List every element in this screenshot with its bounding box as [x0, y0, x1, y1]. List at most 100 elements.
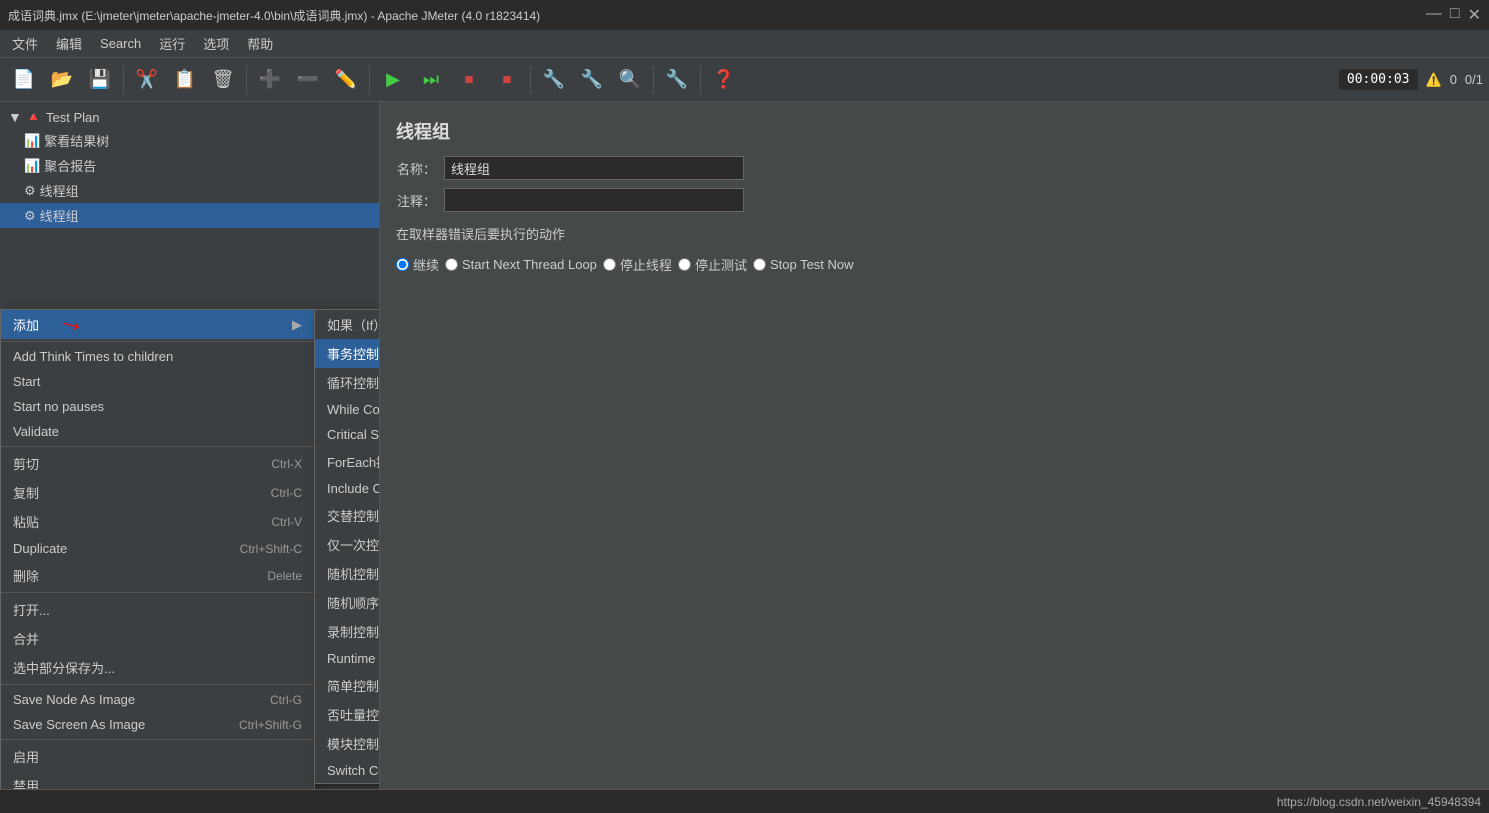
toolbar-run[interactable]: ▶ [375, 62, 411, 98]
tree-item-aggregate[interactable]: 📊 聚合报告 [0, 153, 379, 178]
tree-aggregate-icon: 📊 [24, 158, 40, 174]
cm-disable[interactable]: 禁用 [1, 771, 314, 789]
cm-include-controller[interactable]: Include Controller [315, 476, 380, 501]
titlebar-title: 成语词典.jmx (E:\jmeter\jmeter\apache-jmeter… [8, 7, 540, 24]
toolbar-expand[interactable]: ➕ [252, 62, 288, 98]
menu-edit[interactable]: 编辑 [48, 31, 90, 56]
toolbar-shutdown[interactable]: ⏹ [489, 62, 525, 98]
menu-file[interactable]: 文件 [4, 31, 46, 56]
cm-save-screen-image[interactable]: Save Screen As Image Ctrl+Shift-G [1, 712, 314, 737]
cm-switch-controller[interactable]: Switch Controller [315, 758, 380, 783]
toolbar-toggle[interactable]: ✏️ [328, 62, 364, 98]
toolbar-new[interactable]: 📄 [6, 62, 42, 98]
radio-continue[interactable]: 继续 [396, 255, 439, 274]
menu-search[interactable]: Search [92, 33, 149, 54]
cm-save-partial[interactable]: 选中部分保存为... [1, 653, 314, 682]
cm-runtime-controller[interactable]: Runtime Controller [315, 646, 380, 671]
toolbar-collapse[interactable]: ➖ [290, 62, 326, 98]
name-row: 名称： [396, 156, 1473, 180]
cm-savescreenimg-label: Save Screen As Image [13, 717, 145, 732]
toolbar-help[interactable]: ❓ [706, 62, 742, 98]
cm-del-shortcut: Delete [267, 569, 302, 583]
cm-while-controller[interactable]: While Controller [315, 397, 380, 422]
cm-throughput-controller[interactable]: 否吐量控制器 [315, 700, 380, 729]
tree-item-threadgroup1[interactable]: ⚙ 线程组 [0, 178, 379, 203]
cm-validate[interactable]: Validate [1, 419, 314, 444]
cm-copy-label: 复制 [13, 483, 39, 502]
cm-module-controller[interactable]: 模块控制器 [315, 729, 380, 758]
toolbar-stop[interactable]: ⏹ [451, 62, 487, 98]
toolbar-remote-stop[interactable]: 🔧 [574, 62, 610, 98]
cm-random-controller[interactable]: 随机控制器 [315, 559, 380, 588]
cm-critical-section[interactable]: Critical Section Controller [315, 422, 380, 447]
radio-stoptest-input[interactable] [678, 258, 691, 271]
cm-start-nopause[interactable]: Start no pauses [1, 394, 314, 419]
cm-loop-controller[interactable]: 循环控制器 [315, 368, 380, 397]
name-label: 名称： [396, 159, 436, 178]
radio-nextthread-label: Start Next Thread Loop [462, 257, 597, 272]
toolbar-run-nopause[interactable]: ⏭ [413, 62, 449, 98]
toolbar-open[interactable]: 📂 [44, 62, 80, 98]
cm-delete[interactable]: 删除 Delete [1, 561, 314, 590]
radio-stopthread-input[interactable] [603, 258, 616, 271]
cm-once-controller[interactable]: 仅一次控制器 [315, 530, 380, 559]
minimize-button[interactable]: — [1426, 5, 1442, 25]
radio-stop-test-now[interactable]: Stop Test Now [753, 257, 854, 272]
tree-item-testplan[interactable]: ▼ 🔺 Test Plan [0, 106, 379, 128]
cm-add-think-times[interactable]: Add Think Times to children [1, 344, 314, 369]
cm-savenodeimg-shortcut: Ctrl-G [270, 693, 302, 707]
statusbar: https://blog.csdn.net/weixin_45948394 [0, 789, 1489, 813]
cm-paste[interactable]: 粘贴 Ctrl-V [1, 507, 314, 536]
toolbar-remote-all[interactable]: 🔍 [612, 62, 648, 98]
cm-merge[interactable]: 合并 [1, 624, 314, 653]
cm-recording-controller[interactable]: 录制控制器 [315, 617, 380, 646]
toolbar-delete[interactable]: 🗑 [205, 62, 241, 98]
cm-simple-controller[interactable]: 简单控制器 [315, 671, 380, 700]
timer-display: 00:00:03 ⚠️ 0 0/1 [1339, 69, 1483, 90]
cm-start[interactable]: Start [1, 369, 314, 394]
radio-stop-thread[interactable]: 停止线程 [603, 255, 672, 274]
cm-random-order-controller[interactable]: 随机顺序控制器 [315, 588, 380, 617]
toolbar-templates[interactable]: 🔧 [659, 62, 695, 98]
maximize-button[interactable]: □ [1450, 5, 1460, 25]
radio-stopnow-input[interactable] [753, 258, 766, 271]
toolbar-remote-start[interactable]: 🔧 [536, 62, 572, 98]
radio-stop-test[interactable]: 停止测试 [678, 255, 747, 274]
cm-enable-label: 启用 [13, 747, 39, 766]
cm-loop-label: 循环控制器 [327, 373, 380, 392]
cm-duplicate[interactable]: Duplicate Ctrl+Shift-C [1, 536, 314, 561]
toolbar-copy[interactable]: 📋 [167, 62, 203, 98]
cm-cut-shortcut: Ctrl-X [271, 457, 302, 471]
cm-open[interactable]: 打开... [1, 595, 314, 624]
cm-add[interactable]: 添加 ▶ [1, 310, 314, 339]
content-title: 线程组 [396, 118, 1473, 144]
radio-next-thread[interactable]: Start Next Thread Loop [445, 257, 597, 272]
menu-help[interactable]: 帮助 [239, 31, 281, 56]
menu-options[interactable]: 选项 [195, 31, 237, 56]
comment-input[interactable] [444, 188, 744, 212]
cm-sep-5 [1, 739, 314, 740]
cm-switch-label: Switch Controller [327, 763, 380, 778]
radio-nextthread-input[interactable] [445, 258, 458, 271]
radio-continue-input[interactable] [396, 258, 409, 271]
cm-dup-shortcut: Ctrl+Shift-C [240, 542, 302, 556]
cm-copy[interactable]: 复制 Ctrl-C [1, 478, 314, 507]
cm-interleave-controller[interactable]: 交替控制器 [315, 501, 380, 530]
cm-randomorder-label: 随机顺序控制器 [327, 593, 380, 612]
cm-if-controller[interactable]: 如果（If）控制器 [315, 310, 380, 339]
cm-savepartial-label: 选中部分保存为... [13, 658, 115, 677]
menu-run[interactable]: 运行 [151, 31, 193, 56]
toolbar-cut[interactable]: ✂️ [129, 62, 165, 98]
toolbar-save[interactable]: 💾 [82, 62, 118, 98]
cm-recording-label: 录制控制器 [327, 622, 380, 641]
name-input[interactable] [444, 156, 744, 180]
tree-item-threadgroup2[interactable]: ⚙ 线程组 [0, 203, 379, 228]
cm-save-node-image[interactable]: Save Node As Image Ctrl-G [1, 687, 314, 712]
cm-foreach-controller[interactable]: ForEach控制器 [315, 447, 380, 476]
tree-result-icon: 📊 [24, 133, 40, 149]
close-button[interactable]: ✕ [1468, 5, 1481, 25]
tree-item-result-tree[interactable]: 📊 繁看结果树 [0, 128, 379, 153]
cm-enable[interactable]: 启用 [1, 742, 314, 771]
cm-cut[interactable]: 剪切 Ctrl-X [1, 449, 314, 478]
cm-transaction-controller[interactable]: 事务控制器 [315, 339, 380, 368]
